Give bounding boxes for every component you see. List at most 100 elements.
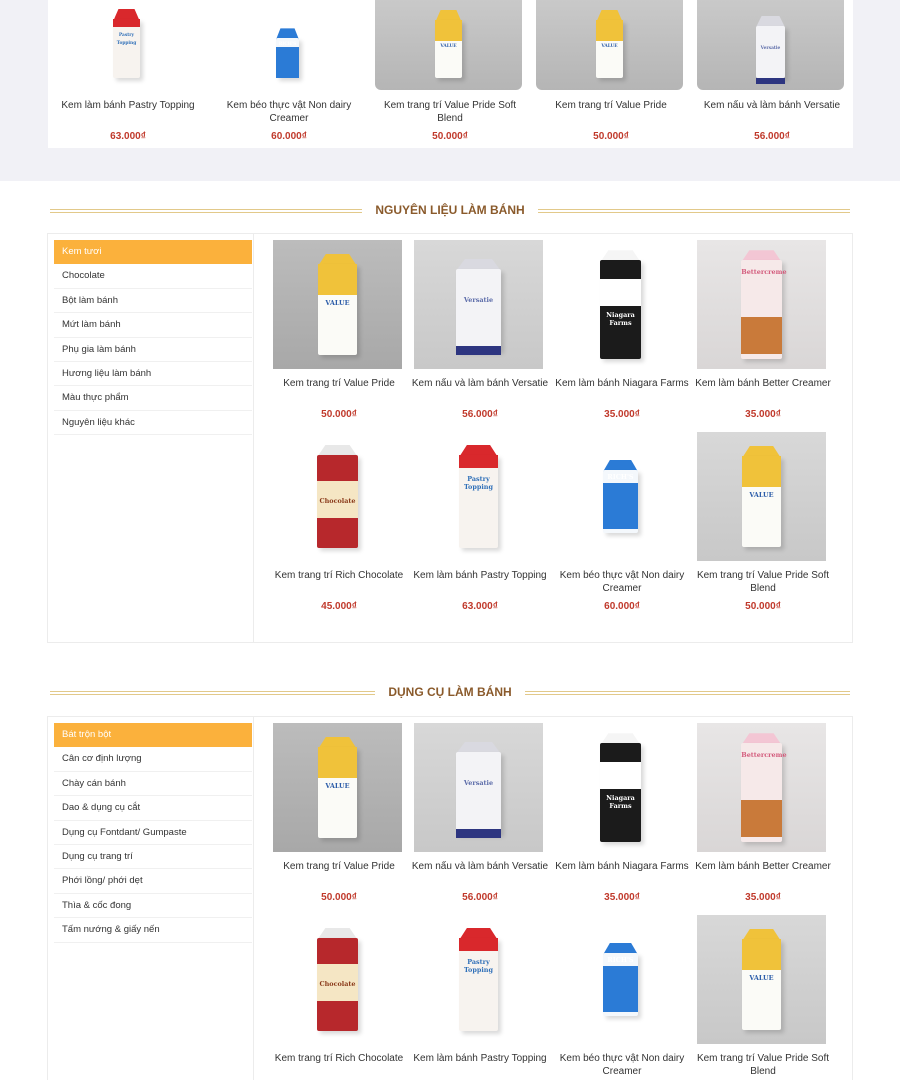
product-name[interactable]: Kem làm bánh Niagara Farms: [551, 860, 693, 873]
product-name[interactable]: Kem trang trí Rich Chocolate: [268, 1052, 410, 1065]
product-name[interactable]: Kem trang trí Value Pride: [531, 99, 691, 112]
top-product-strip: Pastry Topping Kem làm bánh Pastry Toppin…: [0, 0, 900, 181]
product-thumbnail[interactable]: Niagara Farms: [556, 240, 685, 369]
product-name[interactable]: Kem nấu và làm bánh Versatie: [409, 860, 551, 873]
product-price: 60.000₫: [604, 601, 640, 612]
product-card[interactable]: Bettercreme Kem làm bánh Better Creamer 35…: [692, 240, 834, 425]
product-thumbnail[interactable]: Pastry Topping: [414, 915, 543, 1044]
product-name[interactable]: Kem trang trí Value Pride: [268, 860, 410, 873]
product-name[interactable]: Kem nấu và làm bánh Versatie: [692, 99, 852, 112]
product-price: 35.000₫: [604, 892, 640, 903]
category-item[interactable]: Hương liệu làm bánh: [54, 362, 252, 387]
product-thumbnail[interactable]: Versatie: [414, 723, 543, 852]
product-thumbnail[interactable]: VALUE: [697, 432, 826, 561]
product-card[interactable]: Niagara Farms Kem làm bánh Niagara Farms 3…: [551, 240, 693, 425]
product-name[interactable]: Kem nấu và làm bánh Versatie: [409, 377, 551, 390]
product-thumbnail[interactable]: VALUE: [273, 240, 402, 369]
product-thumbnail[interactable]: Niagara Farms: [556, 723, 685, 852]
product-carton-image: VALUE: [742, 445, 781, 548]
category-item[interactable]: Phới lồng/ phới dẹt: [54, 869, 252, 894]
section-divider-right: [538, 209, 850, 213]
product-name[interactable]: Kem làm bánh Pastry Topping: [409, 1052, 551, 1065]
category-list: Bát trộn bột Cân cơ định lượng Chày cán bá…: [54, 723, 252, 943]
product-thumbnail[interactable]: Chocolate: [273, 432, 402, 561]
category-item[interactable]: Tấm nướng & giấy nến: [54, 918, 252, 943]
product-name[interactable]: Kem béo thực vật Non dairy Creamer: [551, 1052, 693, 1078]
product-thumbnail[interactable]: RICH'S: [214, 0, 361, 90]
category-item[interactable]: Thìa & cốc đong: [54, 894, 252, 919]
product-price: 50.000₫: [321, 409, 357, 420]
product-card[interactable]: Pastry Topping Kem làm bánh Pastry Toppin…: [409, 432, 551, 617]
product-carton-image: Bettercreme: [741, 250, 787, 359]
product-carton-image: Chocolate: [317, 927, 358, 1031]
product-name[interactable]: Kem làm bánh Pastry Topping: [409, 569, 551, 582]
product-card[interactable]: Versatie Kem nấu và làm bánh Versatie 56.0…: [409, 723, 551, 908]
product-thumbnail[interactable]: Chocolate: [273, 915, 402, 1044]
category-item-active[interactable]: Bát trộn bột: [54, 723, 252, 748]
product-price: 45.000₫: [321, 601, 357, 612]
category-item[interactable]: Dụng cụ trang trí: [54, 845, 252, 870]
category-item[interactable]: Bột làm bánh: [54, 289, 252, 314]
product-card[interactable]: VALUE Kem trang trí Value Pride Soft Blen…: [692, 432, 834, 617]
product-name[interactable]: Kem làm bánh Better Creamer: [692, 860, 834, 873]
product-card[interactable]: Niagara Farms Kem làm bánh Niagara Farms 3…: [551, 723, 693, 908]
category-item[interactable]: Màu thực phẩm: [54, 386, 252, 411]
section-title: DỤNG CỤ LÀM BÁNH: [388, 685, 512, 699]
product-name[interactable]: Kem béo thực vật Non dairy Creamer: [209, 99, 369, 125]
category-item[interactable]: Dụng cụ Fontdant/ Gumpaste: [54, 821, 252, 845]
product-thumbnail[interactable]: VALUE: [375, 0, 522, 90]
product-card[interactable]: Pastry Topping Kem làm bánh Pastry Toppin…: [409, 915, 551, 1080]
product-thumbnail[interactable]: VALUE: [273, 723, 402, 852]
product-thumbnail[interactable]: Versatie: [414, 240, 543, 369]
product-card[interactable]: ChocolateKem trang trí Rich Chocolate45.…: [268, 915, 410, 1080]
product-thumbnail[interactable]: Versatie: [697, 0, 844, 90]
product-carton-image: RICH'S: [603, 459, 638, 534]
product-name[interactable]: Kem béo thực vật Non dairy Creamer: [551, 569, 693, 595]
product-name[interactable]: Kem làm bánh Better Creamer: [692, 377, 834, 390]
section-divider-left: [50, 691, 375, 695]
category-item[interactable]: Mứt làm bánh: [54, 313, 252, 338]
category-item[interactable]: Chày cán bánh: [54, 772, 252, 797]
section-ingredients: Kem tươi Chocolate Bột làm bánh Mứt làm bán…: [47, 233, 853, 643]
product-card[interactable]: Chocolate Kem trang trí Rich Chocolate 45.…: [268, 432, 410, 617]
product-thumbnail[interactable]: RICH'S: [556, 915, 685, 1044]
product-carton-image: Niagara Farms: [600, 733, 641, 842]
product-name[interactable]: Kem trang trí Value Pride Soft Blend: [692, 1052, 834, 1078]
product-carton-image: Pastry Topping: [113, 8, 140, 78]
product-name[interactable]: Kem làm bánh Pastry Topping: [48, 99, 208, 112]
category-item[interactable]: Chocolate: [54, 264, 252, 289]
product-thumbnail[interactable]: Pastry Topping: [414, 432, 543, 561]
product-thumbnail[interactable]: RICH'S: [556, 432, 685, 561]
product-thumbnail[interactable]: Bettercreme: [697, 240, 826, 369]
product-thumbnail[interactable]: Bettercreme: [697, 723, 826, 852]
product-name[interactable]: Kem trang trí Value Pride: [268, 377, 410, 390]
product-card[interactable]: VALUE Kem trang trí Value Pride 50.000₫: [268, 240, 410, 425]
product-name[interactable]: Kem trang trí Value Pride Soft Blend: [370, 99, 530, 125]
product-carton-image: VALUE: [742, 928, 781, 1031]
section-title: NGUYÊN LIỆU LÀM BÁNH: [375, 203, 525, 217]
top-product-card: Pastry Topping Kem làm bánh Pastry Toppin…: [48, 0, 853, 148]
category-item[interactable]: Nguyên liệu khác: [54, 411, 252, 436]
product-name[interactable]: Kem trang trí Rich Chocolate: [268, 569, 410, 582]
product-name[interactable]: Kem trang trí Value Pride Soft Blend: [692, 569, 834, 595]
product-card[interactable]: VALUE Kem trang trí Value Pride Soft Blen…: [692, 915, 834, 1080]
product-card[interactable]: VALUE Kem trang trí Value Pride 50.000₫: [268, 723, 410, 908]
category-divider: [253, 234, 254, 642]
product-card[interactable]: RICH'S Kem béo thực vật Non dairy Creamer…: [551, 432, 693, 617]
product-thumbnail[interactable]: VALUE: [536, 0, 683, 90]
product-price: 50.000₫: [432, 131, 468, 142]
product-thumbnail[interactable]: Pastry Topping: [53, 0, 200, 90]
product-card[interactable]: Versatie Kem nấu và làm bánh Versatie 56.0…: [409, 240, 551, 425]
category-item[interactable]: Phụ gia làm bánh: [54, 338, 252, 362]
product-carton-image: VALUE: [318, 736, 357, 839]
product-thumbnail[interactable]: VALUE: [697, 915, 826, 1044]
category-item[interactable]: Cân cơ định lượng: [54, 747, 252, 772]
product-carton-image: Pastry Topping: [459, 927, 498, 1031]
product-card[interactable]: RICH'S Kem béo thực vật Non dairy Creamer…: [551, 915, 693, 1080]
product-price: 35.000₫: [745, 409, 781, 420]
product-name[interactable]: Kem làm bánh Niagara Farms: [551, 377, 693, 390]
category-item[interactable]: Dao & dụng cụ cắt: [54, 796, 252, 821]
category-item-active[interactable]: Kem tươi: [54, 240, 252, 265]
product-card[interactable]: Bettercreme Kem làm bánh Better Creamer 35…: [692, 723, 834, 908]
product-carton-image: RICH'S: [275, 28, 300, 79]
